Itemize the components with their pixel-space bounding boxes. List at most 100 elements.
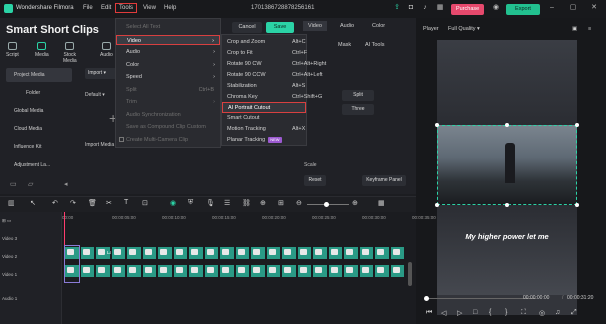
snapshot-small-icon[interactable]: ◎ bbox=[539, 309, 545, 317]
stop-icon[interactable]: □ bbox=[473, 309, 477, 316]
timeline-clip[interactable] bbox=[374, 246, 390, 260]
resize-handle-tl[interactable] bbox=[435, 123, 439, 127]
timeline-clip[interactable] bbox=[203, 246, 219, 260]
close-icon[interactable]: ✕ bbox=[590, 4, 598, 12]
keyframe-panel-button[interactable]: Keyframe Panel bbox=[362, 175, 406, 186]
timeline-layout-icon[interactable]: ▦ bbox=[378, 199, 385, 207]
save-button[interactable]: Save bbox=[266, 22, 294, 33]
folder-icon[interactable]: ▱ bbox=[28, 180, 33, 188]
zoom-handle[interactable] bbox=[324, 202, 329, 207]
split-button[interactable]: Split bbox=[342, 90, 374, 101]
minimize-icon[interactable]: – bbox=[548, 4, 556, 12]
shield-icon[interactable]: ⛨ bbox=[188, 199, 193, 207]
video-submenu-item[interactable]: Crop to Fit Ctrl+F bbox=[222, 48, 307, 59]
timeline-clip[interactable] bbox=[343, 246, 359, 260]
timeline-clip[interactable] bbox=[389, 264, 405, 278]
tools-menu-item[interactable]: Color › bbox=[116, 60, 220, 70]
timeline-clip[interactable] bbox=[296, 246, 312, 260]
timeline-clip[interactable] bbox=[141, 264, 157, 278]
zoom-in-icon[interactable]: ⊕ bbox=[352, 199, 358, 207]
tools-menu-item[interactable]: Trim › bbox=[116, 97, 220, 107]
purchase-button[interactable]: Purchase bbox=[451, 4, 485, 15]
upload-icon[interactable]: ⇪ bbox=[393, 4, 401, 12]
timeline-clip[interactable] bbox=[265, 264, 281, 278]
video-submenu-item[interactable]: AI Portrait Cutout bbox=[222, 102, 306, 114]
media-tab[interactable]: Media bbox=[35, 42, 49, 58]
timeline-clip[interactable] bbox=[79, 264, 95, 278]
tools-menu-item[interactable]: Save as Compound Clip Custom bbox=[116, 122, 220, 132]
timeline-clip[interactable] bbox=[126, 264, 142, 278]
tab-audio[interactable]: Audio bbox=[340, 23, 354, 29]
timeline-clip[interactable] bbox=[281, 264, 297, 278]
collapse-icon[interactable]: ◂ bbox=[64, 180, 68, 188]
new-folder-icon[interactable]: ▭ bbox=[10, 180, 17, 188]
menu-view[interactable]: View bbox=[143, 5, 156, 11]
video-submenu-item[interactable]: Chroma Key Ctrl+Shift+G bbox=[222, 92, 322, 103]
audio-tab[interactable]: Audio bbox=[100, 42, 113, 58]
cut-icon[interactable]: ✂ bbox=[106, 199, 112, 207]
tools-menu-item[interactable]: Create Multi-Camera Clip bbox=[116, 135, 220, 145]
grid-icon[interactable]: ▦ bbox=[436, 4, 444, 12]
video-submenu-item[interactable]: Smart Cutout bbox=[222, 113, 306, 124]
menu-edit[interactable]: Edit bbox=[101, 5, 111, 11]
import-button[interactable]: Import ▾ bbox=[85, 68, 119, 79]
bracket-in-icon[interactable]: { bbox=[489, 309, 491, 316]
timeline-clip[interactable] bbox=[157, 246, 173, 260]
subtab-ai-tools[interactable]: AI Tools bbox=[365, 42, 384, 48]
timeline-clip[interactable] bbox=[219, 264, 235, 278]
resize-handle-top[interactable] bbox=[505, 123, 509, 127]
subtab-mask[interactable]: Mask bbox=[338, 42, 351, 48]
export-button[interactable]: Export bbox=[506, 4, 540, 15]
snap-icon[interactable]: ⛓ bbox=[242, 199, 251, 207]
timeline-clip[interactable] bbox=[250, 264, 266, 278]
reset-button[interactable]: Reset bbox=[304, 175, 326, 186]
delete-icon[interactable]: 🗑 bbox=[88, 199, 97, 207]
sidebar-item-global-media[interactable]: Global Media bbox=[6, 104, 72, 118]
timeline-clip[interactable] bbox=[343, 264, 359, 278]
timeline-clip[interactable] bbox=[281, 246, 297, 260]
video-submenu-item[interactable]: Planar Tracking NEW bbox=[222, 135, 306, 146]
prev-frame-icon[interactable]: ⏮ bbox=[426, 309, 432, 317]
timeline-clip[interactable] bbox=[172, 246, 188, 260]
timeline-clip[interactable] bbox=[327, 246, 343, 260]
timeline-clip[interactable] bbox=[126, 246, 142, 260]
resize-handle-br[interactable] bbox=[575, 203, 579, 207]
selection-box[interactable] bbox=[437, 125, 577, 205]
timeline-clip[interactable] bbox=[110, 246, 126, 260]
tools-menu-item[interactable]: Select All Text bbox=[116, 22, 220, 32]
scrubber-handle[interactable] bbox=[424, 296, 429, 301]
timeline-clip[interactable] bbox=[188, 264, 204, 278]
video-submenu-item[interactable]: Rotate 90 CCW Ctrl+Alt+Left bbox=[222, 70, 323, 81]
timeline-scrollbar[interactable] bbox=[408, 262, 412, 286]
timeline-clip[interactable] bbox=[389, 246, 405, 260]
resize-handle-bottom[interactable] bbox=[505, 203, 509, 207]
text-icon[interactable]: T bbox=[124, 199, 128, 206]
timeline-clip[interactable] bbox=[188, 246, 204, 260]
notification-icon[interactable]: ♪ bbox=[421, 4, 429, 12]
zoom-out-icon[interactable]: ⊖ bbox=[296, 199, 302, 207]
timeline-clip[interactable] bbox=[79, 246, 95, 260]
tools-menu-item[interactable]: Video › bbox=[116, 34, 220, 45]
layers-icon[interactable]: ☰ bbox=[224, 199, 230, 207]
resize-handle-bl[interactable] bbox=[435, 203, 439, 207]
timeline-clip[interactable] bbox=[327, 264, 343, 278]
maximize-icon[interactable]: ▢ bbox=[569, 4, 577, 12]
video-submenu-item[interactable]: Stabilization Alt+S bbox=[222, 81, 306, 92]
quality-select[interactable]: Full Quality ▾ bbox=[448, 26, 480, 32]
resize-handle-tr[interactable] bbox=[575, 123, 579, 127]
add-track-icon[interactable]: ⊞ ▭ bbox=[2, 218, 11, 224]
snapshot-icon[interactable]: ▣ bbox=[572, 26, 577, 32]
sidebar-item-adjustment-layer[interactable]: Adjustment La... bbox=[6, 158, 72, 172]
sidebar-item-project-media[interactable]: Project Media bbox=[6, 68, 72, 82]
timeline-clip[interactable] bbox=[312, 246, 328, 260]
volume-icon[interactable]: ♫ bbox=[555, 309, 560, 316]
marker-icon[interactable]: ⊕ bbox=[260, 199, 266, 207]
timeline-clip[interactable] bbox=[95, 264, 111, 278]
timeline-clip[interactable] bbox=[234, 264, 250, 278]
expand-icon[interactable]: ⤢ bbox=[571, 309, 577, 317]
stock-media-tab[interactable]: Stock Media bbox=[63, 42, 77, 64]
timeline-clip[interactable] bbox=[265, 246, 281, 260]
tools-menu-item[interactable]: Audio Synchronization bbox=[116, 110, 220, 120]
timeline-clip[interactable]: Laug... bbox=[95, 246, 121, 260]
timeline-clip[interactable] bbox=[110, 264, 126, 278]
